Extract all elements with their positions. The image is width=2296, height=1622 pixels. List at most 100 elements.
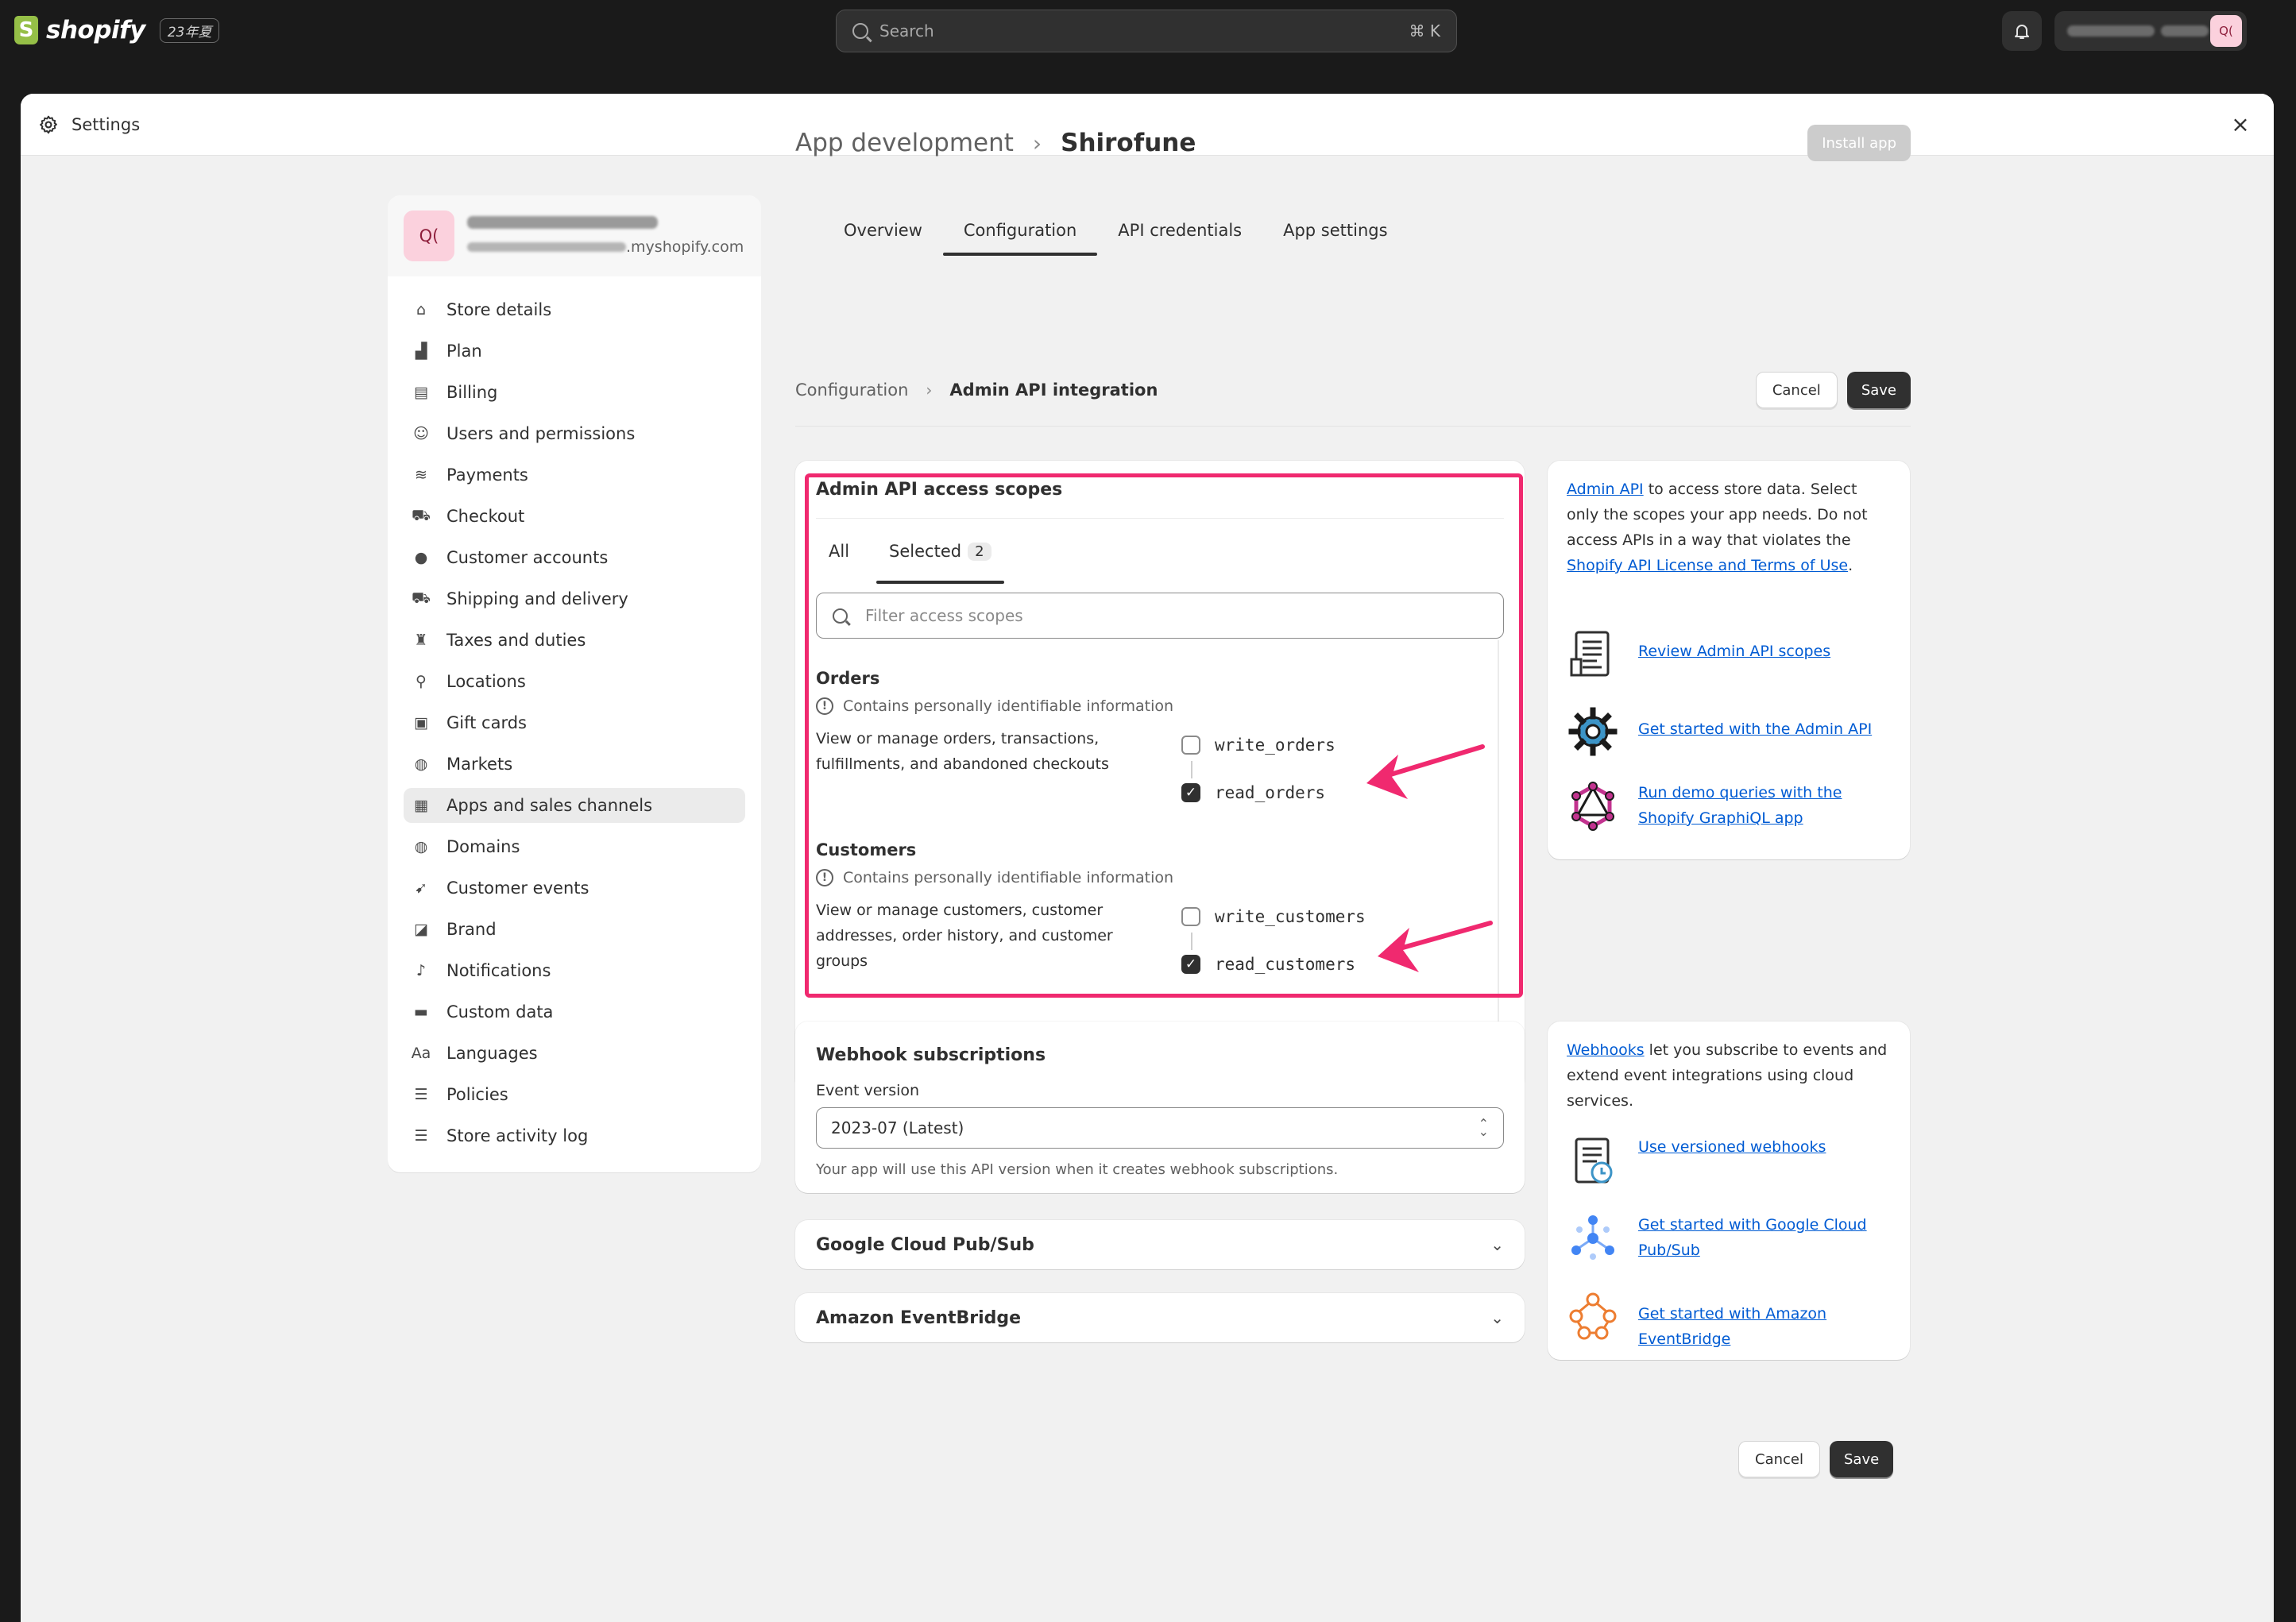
sidebar-item[interactable]: ◪ Brand [404, 912, 745, 947]
gear-icon [1568, 707, 1618, 756]
global-search[interactable]: Search ⌘ K [836, 10, 1457, 52]
shopify-bag-icon: S [14, 16, 38, 44]
chevron-down-icon: ⌄ [1490, 1308, 1504, 1327]
sidebar-item[interactable]: ▬ Custom data [404, 994, 745, 1029]
scope-name: read_customers [1215, 955, 1356, 974]
google-pubsub-card[interactable]: Google Cloud Pub/Sub ⌄ [795, 1220, 1525, 1269]
breadcrumb-configuration[interactable]: Configuration [795, 380, 908, 400]
resource-link[interactable]: Get started with Google Cloud Pub/Sub [1638, 1212, 1892, 1263]
globe-icon: ◍ [414, 838, 428, 855]
event-version-value: 2023-07 (Latest) [831, 1118, 964, 1137]
sidebar-item[interactable]: Aa Languages [404, 1036, 745, 1071]
write-orders-checkbox[interactable] [1181, 736, 1200, 755]
sidebar-item[interactable]: ☰ Store activity log [404, 1118, 745, 1153]
group-title: Orders [816, 669, 880, 688]
sidebar-item[interactable]: ≋ Payments [404, 458, 745, 492]
store-menu-button[interactable]: Q( [2054, 11, 2247, 51]
sidebar-item[interactable]: ➹ Customer events [404, 871, 745, 906]
resource-row[interactable]: Review Admin API scopes [1567, 628, 1830, 680]
truck-icon: ⛟ [412, 589, 431, 607]
cancel-button[interactable]: Cancel [1755, 372, 1838, 408]
policy-icon: ☰ [414, 1086, 428, 1103]
sidebar-item[interactable]: ⚲ Locations [404, 664, 745, 699]
scope-read-orders[interactable]: ✓ read_orders [1181, 783, 1325, 802]
scope-write-orders[interactable]: write_orders [1181, 736, 1335, 755]
admin-api-link[interactable]: Admin API [1567, 481, 1644, 498]
sidebar-item-label: Payments [446, 465, 528, 485]
sidebar-item[interactable]: ☰ Policies [404, 1077, 745, 1112]
admin-api-info-card: Admin API to access store data. Select o… [1548, 461, 1910, 859]
resource-link[interactable]: Get started with Amazon EventBridge [1638, 1301, 1910, 1352]
resource-link[interactable]: Get started with the Admin API [1638, 716, 1872, 742]
close-button[interactable]: × [2224, 111, 2256, 137]
scroll-track[interactable] [1498, 640, 1499, 1085]
scope-read-customers[interactable]: ✓ read_customers [1181, 955, 1355, 974]
resource-link[interactable]: Run demo queries with the Shopify Graphi… [1638, 780, 1892, 831]
sidebar-item[interactable]: ⛟ Checkout [404, 499, 745, 534]
amazon-eventbridge-card[interactable]: Amazon EventBridge ⌄ [795, 1293, 1525, 1342]
resource-row[interactable]: Use versioned webhooks [1567, 1134, 1892, 1187]
tab-selected-scopes[interactable]: Selected 2 [876, 519, 1004, 584]
sidebar-item-label: Languages [446, 1044, 538, 1063]
scope-write-customers[interactable]: write_customers [1181, 907, 1366, 926]
resource-row[interactable]: Run demo queries with the Shopify Graphi… [1567, 780, 1892, 832]
install-app-button[interactable]: Install app [1807, 125, 1911, 161]
save-button[interactable]: Save [1829, 1441, 1894, 1477]
store-domain: .myshopify.com [467, 238, 745, 256]
sidebar-item[interactable]: ▦ Apps and sales channels [404, 788, 745, 823]
store-card[interactable]: Q( .myshopify.com [388, 195, 761, 276]
amazon-eventbridge-toggle[interactable]: Amazon EventBridge ⌄ [795, 1293, 1525, 1342]
write-customers-checkbox[interactable] [1181, 907, 1200, 926]
store-name-redacted [2067, 25, 2155, 37]
scope-name: write_customers [1215, 907, 1366, 926]
sidebar-item[interactable]: ⛟ Shipping and delivery [404, 581, 745, 616]
store-domain-suffix: .myshopify.com [626, 238, 744, 256]
resource-row[interactable]: Get started with the Admin API [1567, 705, 1872, 758]
webhook-info-card: Webhooks let you subscribe to events and… [1548, 1021, 1910, 1360]
pii-text: Contains personally identifiable informa… [843, 869, 1174, 886]
sub-header: Configuration › Admin API integration Ca… [795, 370, 1911, 410]
resource-link[interactable]: Use versioned webhooks [1638, 1134, 1892, 1160]
sidebar-item[interactable]: ⌂ Store details [404, 292, 745, 327]
scope-tabs: All Selected 2 [816, 518, 1504, 584]
api-license-link[interactable]: Shopify API License and Terms of Use [1567, 557, 1848, 574]
resource-link[interactable]: Review Admin API scopes [1638, 639, 1830, 664]
tab-configuration[interactable]: Configuration [942, 205, 1098, 256]
sidebar-item-label: Customer accounts [446, 548, 609, 567]
sidebar-item[interactable]: ♪ Notifications [404, 953, 745, 988]
tab-app-settings[interactable]: App settings [1262, 205, 1408, 256]
notifications-button[interactable] [2002, 11, 2042, 51]
brand-icon: ◪ [414, 921, 428, 938]
cancel-button[interactable]: Cancel [1738, 1441, 1820, 1477]
sidebar-item[interactable]: ▣ Gift cards [404, 705, 745, 740]
sidebar-item[interactable]: ● Customer accounts [404, 540, 745, 575]
sidebar-item[interactable]: ◍ Domains [404, 829, 745, 864]
save-button[interactable]: Save [1846, 372, 1911, 408]
sidebar-item[interactable]: ▟ Plan [404, 334, 745, 369]
read-orders-checkbox[interactable]: ✓ [1181, 783, 1200, 802]
sidebar-item-label: Locations [446, 672, 526, 691]
webhook-link[interactable]: Webhooks [1567, 1041, 1645, 1059]
settings-modal: Settings × Q( .myshopify.com ⌂ Store deta… [21, 94, 2274, 1622]
sidebar-item[interactable]: ◍ Markets [404, 747, 745, 782]
tab-api-credentials[interactable]: API credentials [1097, 205, 1262, 256]
resource-row[interactable]: Get started with Google Cloud Pub/Sub [1567, 1212, 1892, 1265]
resource-row[interactable]: Get started with Amazon EventBridge [1567, 1290, 1910, 1352]
page-title: Shirofune [1061, 129, 1196, 157]
tab-overview[interactable]: Overview [823, 205, 943, 256]
read-customers-checkbox[interactable]: ✓ [1181, 955, 1200, 974]
event-version-select[interactable]: 2023-07 (Latest) ⌃ ⌄ [816, 1107, 1504, 1149]
sidebar-item[interactable]: ♜ Taxes and duties [404, 623, 745, 658]
sidebar-item[interactable]: ▤ Billing [404, 375, 745, 410]
breadcrumb-app-development[interactable]: App development [795, 129, 1014, 157]
search-shortcut: ⌘ K [1409, 21, 1440, 41]
filter-scopes-input[interactable]: Filter access scopes [816, 593, 1504, 639]
sidebar-item[interactable]: ☺ Users and permissions [404, 416, 745, 451]
settings-sidebar: Q( .myshopify.com ⌂ Store details ▟ Plan ▤ Bi… [388, 195, 761, 1172]
shopify-logo[interactable]: S shopify 23年夏 [14, 16, 220, 44]
google-pubsub-toggle[interactable]: Google Cloud Pub/Sub ⌄ [795, 1220, 1525, 1269]
scope-group-customers: Customers ! Contains personally identifi… [816, 840, 1173, 974]
gear-icon [40, 115, 57, 133]
tab-all-scopes[interactable]: All [816, 519, 862, 584]
top-bar: S shopify 23年夏 Search ⌘ K Q( [0, 0, 2296, 67]
